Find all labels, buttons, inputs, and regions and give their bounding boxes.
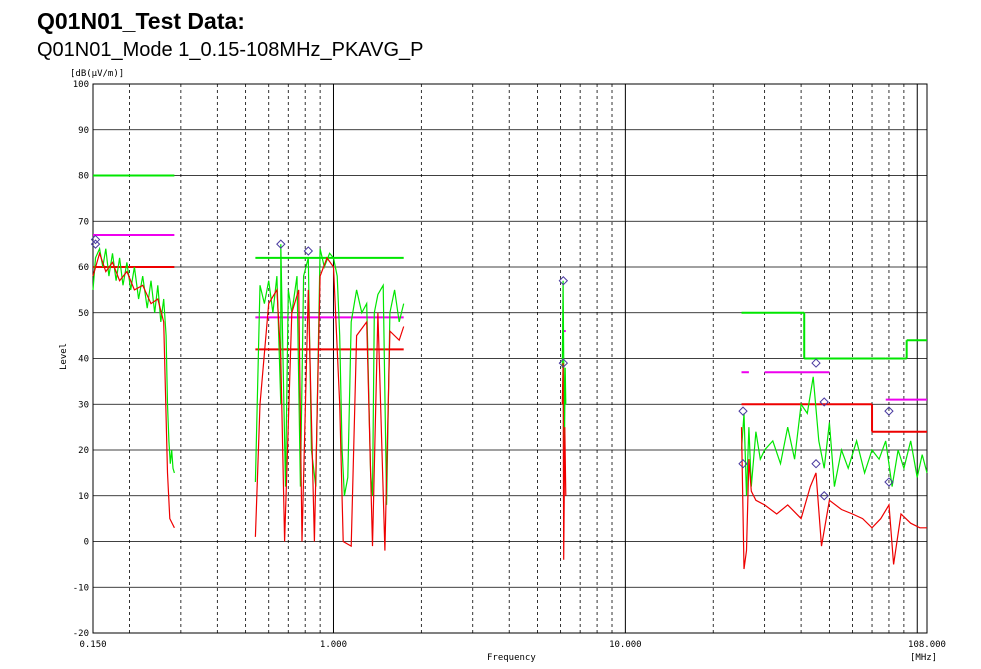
emission-plot: -20 -10 0 10 20 30 40 50 60 70 80 90 100 0.150 1.000 1… xyxy=(59,69,946,663)
y-tick-label: 10 xyxy=(78,492,89,502)
y-tick-label: -20 xyxy=(73,629,89,639)
y-tick-label: 50 xyxy=(78,309,89,319)
y-tick-label: 80 xyxy=(78,172,89,182)
peak-trace xyxy=(740,376,928,496)
markers xyxy=(90,234,894,501)
y-tick-label: 30 xyxy=(78,400,89,410)
x-tick-label: 0.150 xyxy=(79,640,106,650)
major-grid xyxy=(93,84,927,633)
x-tick-label: 1.000 xyxy=(320,640,347,650)
x-tick-label: 108.000 xyxy=(908,640,946,650)
y-tick-label: 0 xyxy=(84,538,89,548)
y-tick-label: 40 xyxy=(78,355,89,365)
average-trace xyxy=(92,251,175,529)
x-unit-label: [MHz] xyxy=(910,653,937,663)
peak-trace xyxy=(254,244,405,505)
y-tick-label: 60 xyxy=(78,263,89,273)
peak-marker xyxy=(811,358,821,368)
x-axis-label: Frequency xyxy=(487,653,536,663)
y-tick-labels: -20 -10 0 10 20 30 40 50 60 70 80 90 100 xyxy=(73,80,89,639)
y-axis-label: Level xyxy=(59,343,69,370)
peak-marker xyxy=(738,406,748,416)
y-tick-label: 100 xyxy=(73,80,89,90)
x-tick-labels: 0.150 1.000 10.000 108.000 xyxy=(79,640,946,650)
y-unit-label: [dB(μV/m)] xyxy=(70,69,124,79)
y-tick-label: 90 xyxy=(78,126,89,136)
x-tick-label: 10.000 xyxy=(609,640,642,650)
traces xyxy=(92,244,928,570)
peak-marker xyxy=(811,459,821,469)
y-tick-label: 20 xyxy=(78,446,89,456)
y-tick-label: -10 xyxy=(73,583,89,593)
peak-trace xyxy=(92,246,175,474)
limit-lines xyxy=(93,174,927,433)
y-tick-label: 70 xyxy=(78,217,89,227)
average-trace xyxy=(740,427,927,570)
